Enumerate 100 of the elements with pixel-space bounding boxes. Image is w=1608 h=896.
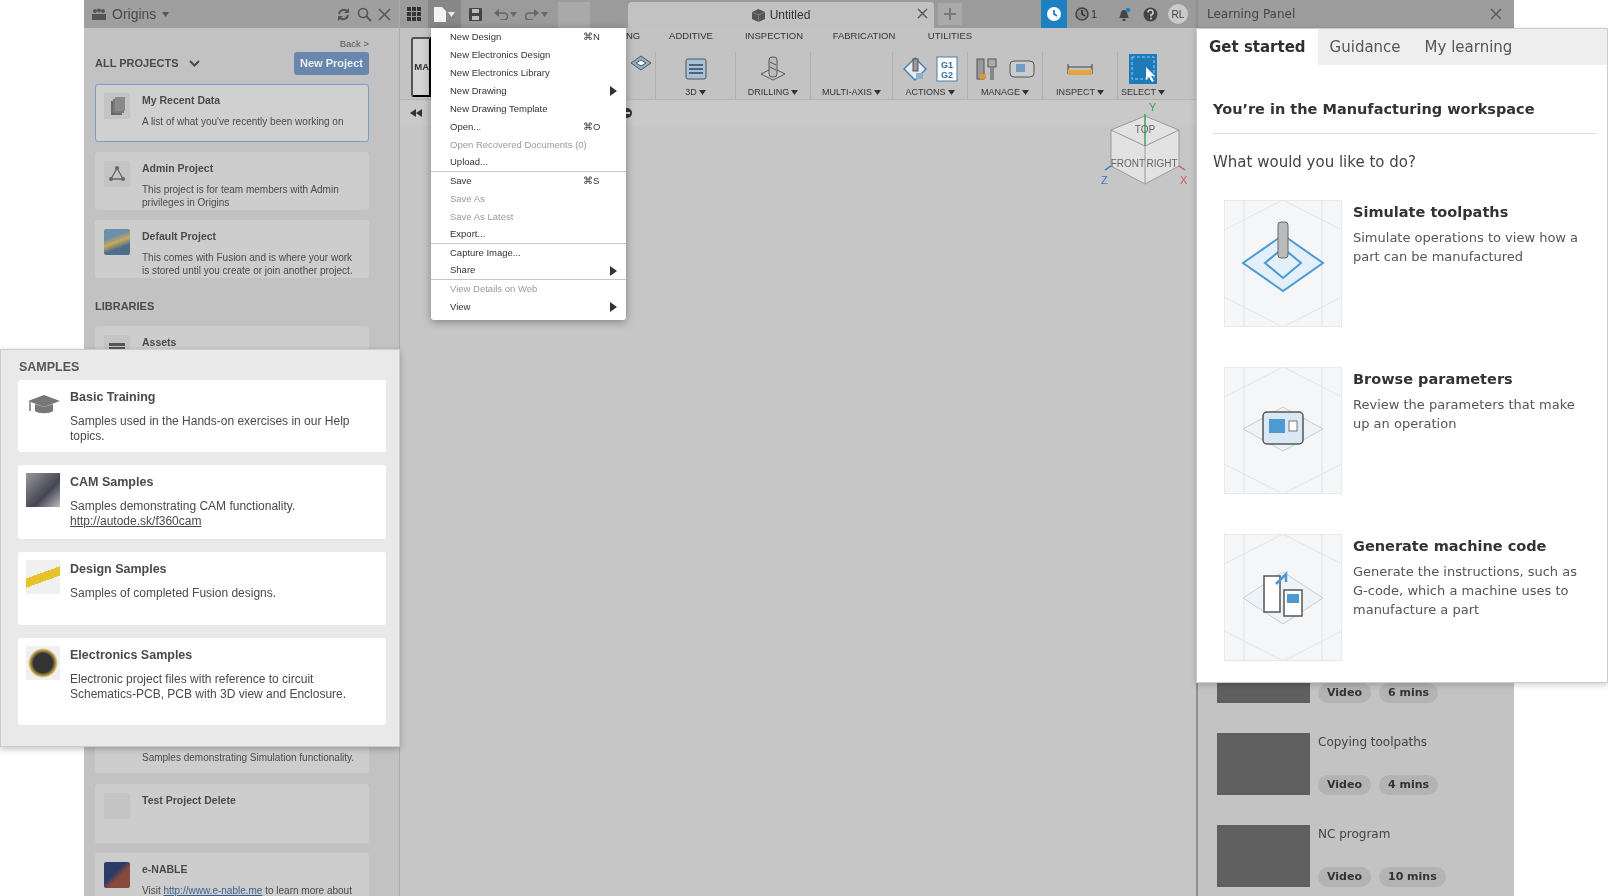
menu-item[interactable]: New Electronics Design: [431, 46, 626, 64]
new-tab-button[interactable]: [938, 3, 962, 25]
close-icon[interactable]: [1490, 8, 1502, 20]
machine-icon[interactable]: [1009, 58, 1035, 80]
submenu-arrow-icon: [610, 302, 617, 312]
panel-tab[interactable]: Guidance: [1317, 29, 1413, 65]
workspace-button[interactable]: MA: [411, 37, 431, 97]
panel-tab[interactable]: My learning: [1412, 29, 1525, 65]
project-card[interactable]: My Recent Data A list of what you've recently been working on: [95, 84, 369, 142]
submenu-arrow-icon: [610, 266, 617, 276]
drill-icon[interactable]: [759, 56, 787, 82]
sample-description: Samples demonstrating CAM functionality.: [70, 498, 296, 514]
section-heading: LIBRARIES: [95, 299, 156, 314]
ribbon-group-label[interactable]: INSPECT: [1056, 86, 1104, 100]
topic-title[interactable]: Simulate toolpaths: [1353, 202, 1593, 224]
project-card[interactable]: Admin Project This project is for team members with Admin privileges in Origins: [95, 152, 369, 210]
menu-item[interactable]: Save ⌘S: [431, 172, 626, 190]
menu-item[interactable]: New Design ⌘N: [431, 28, 626, 46]
ribbon-group-label[interactable]: 3D: [685, 86, 706, 100]
section-heading: ALL PROJECTS: [95, 55, 179, 71]
caret-icon: [1097, 90, 1104, 96]
ribbon-tab[interactable]: UTILITIES: [916, 28, 984, 44]
ribbon-group-label[interactable]: ACTIONS: [905, 86, 955, 100]
face-label[interactable]: FRONT: [1110, 158, 1146, 169]
project-card[interactable]: Test Project Delete: [95, 784, 369, 843]
sample-link[interactable]: http://autode.sk/f360cam: [70, 513, 296, 529]
shortcut-label: ⌘O: [583, 119, 601, 134]
project-card[interactable]: Default Project This comes with Fusion and is where your work is stored until you create or join another project.: [95, 220, 369, 278]
ribbon-group-label[interactable]: MANAGE: [981, 86, 1029, 100]
menu-item[interactable]: Upload...: [431, 154, 626, 172]
caret-icon: [947, 90, 955, 96]
close-icon[interactable]: [378, 7, 391, 21]
video-item[interactable]: Copying toolpaths Video 4 mins: [1198, 733, 1514, 795]
sample-card[interactable]: Design Samples Samples of completed Fusion designs.: [18, 552, 386, 625]
document-title: Untitled: [769, 7, 811, 24]
topic-description: Simulate operations to view how a part can be manufactured: [1353, 228, 1580, 266]
project-description: A list of what you've recently been working on: [142, 114, 344, 128]
ribbon-group-label[interactable]: DRILLING: [747, 86, 799, 100]
ribbon-tab[interactable]: ADDITIVE: [646, 28, 736, 44]
isometric-illustration[interactable]: [1224, 200, 1342, 327]
sample-card[interactable]: Electronics Samples Electronic project files with reference to circuit Schematics-PCB, PCB with 3D view and Enclosure.: [18, 638, 386, 725]
project-title: Default Project: [142, 229, 218, 244]
submenu-arrow-icon: [610, 86, 617, 96]
menu-item[interactable]: New Drawing: [431, 82, 626, 100]
shortcut-label: ⌘N: [583, 29, 600, 44]
topic-title[interactable]: Browse parameters: [1353, 369, 1593, 391]
video-title: Copying toolpaths: [1318, 734, 1429, 751]
isometric-illustration[interactable]: [1224, 367, 1342, 494]
tab-placeholder: [558, 2, 590, 28]
video-item[interactable]: NC program Video 10 mins: [1198, 825, 1514, 887]
sample-title: Design Samples: [70, 561, 168, 578]
file-button[interactable]: [428, 0, 461, 28]
ribbon-tab[interactable]: FABRICATION: [812, 28, 916, 44]
menu-item[interactable]: Share: [431, 262, 626, 280]
menu-item[interactable]: Export...: [431, 226, 626, 244]
ribbon-tab[interactable]: NG: [626, 28, 646, 44]
menu-item[interactable]: Capture Image...: [431, 244, 626, 262]
caret-icon: [873, 90, 881, 96]
menu-item[interactable]: View: [431, 298, 626, 316]
search-icon[interactable]: [357, 6, 372, 22]
chevron-down-icon[interactable]: [188, 59, 200, 67]
refresh-icon[interactable]: [336, 6, 351, 22]
user-avatar[interactable]: RL: [1168, 4, 1188, 24]
toolpath-icon[interactable]: [902, 56, 928, 82]
caret-icon: [791, 90, 799, 96]
project-link[interactable]: http://www.e-nable.me: [163, 884, 263, 896]
isometric-illustration[interactable]: [1224, 534, 1342, 661]
menu-item[interactable]: Open... ⌘O: [431, 118, 626, 136]
sample-description: Samples used in the Hands-on exercises in our Help topics.: [70, 413, 351, 444]
sync-button[interactable]: [1040, 0, 1067, 28]
code-icon[interactable]: G1 G2: [936, 56, 958, 82]
sample-card[interactable]: Basic Training Samples used in the Hands-on exercises in our Help topics.: [18, 380, 386, 452]
topic-title[interactable]: Generate machine code: [1353, 536, 1593, 558]
project-card[interactable]: e-NABLE Visit http://www.e-nable.me to learn more about: [95, 853, 369, 896]
back-link[interactable]: Back >: [339, 38, 369, 49]
stack-layers-icon[interactable]: [683, 57, 708, 81]
ruler-icon[interactable]: [1067, 62, 1093, 76]
icon-label: G2: [941, 70, 953, 80]
tag-pill: 4 mins: [1379, 775, 1439, 795]
shortcut-label: ⌘S: [583, 173, 600, 188]
rewind-icon[interactable]: [410, 109, 422, 117]
menu-item[interactable]: New Drawing Template: [431, 100, 626, 118]
select-icon[interactable]: [1129, 54, 1157, 84]
menu-item[interactable]: New Electronics Library: [431, 64, 626, 82]
ribbon-group-label[interactable]: MULTI-AXIS: [822, 86, 881, 100]
undo-icon: [494, 8, 508, 20]
ribbon-group-label[interactable]: SELECT: [1121, 86, 1165, 100]
workspace-heading: You’re in the Manufacturing workspace: [1213, 99, 1597, 134]
document-tab[interactable]: Untitled: [628, 2, 934, 28]
jobs-button[interactable]: 1: [1070, 0, 1101, 28]
ribbon-tab[interactable]: INSPECTION: [736, 28, 812, 44]
popup-heading: SAMPLES: [18, 359, 81, 376]
help-icon: [1143, 6, 1158, 22]
close-icon[interactable]: [917, 8, 928, 19]
face-label[interactable]: RIGHT: [1146, 158, 1178, 169]
panel-tab[interactable]: Get started: [1197, 29, 1318, 65]
plus-icon: [944, 8, 956, 20]
sample-card[interactable]: CAM Samples Samples demonstrating CAM functionality. http://autode.sk/f360cam: [18, 465, 386, 539]
team-icon: [92, 8, 106, 20]
sample-description: Samples of completed Fusion designs.: [70, 585, 277, 601]
